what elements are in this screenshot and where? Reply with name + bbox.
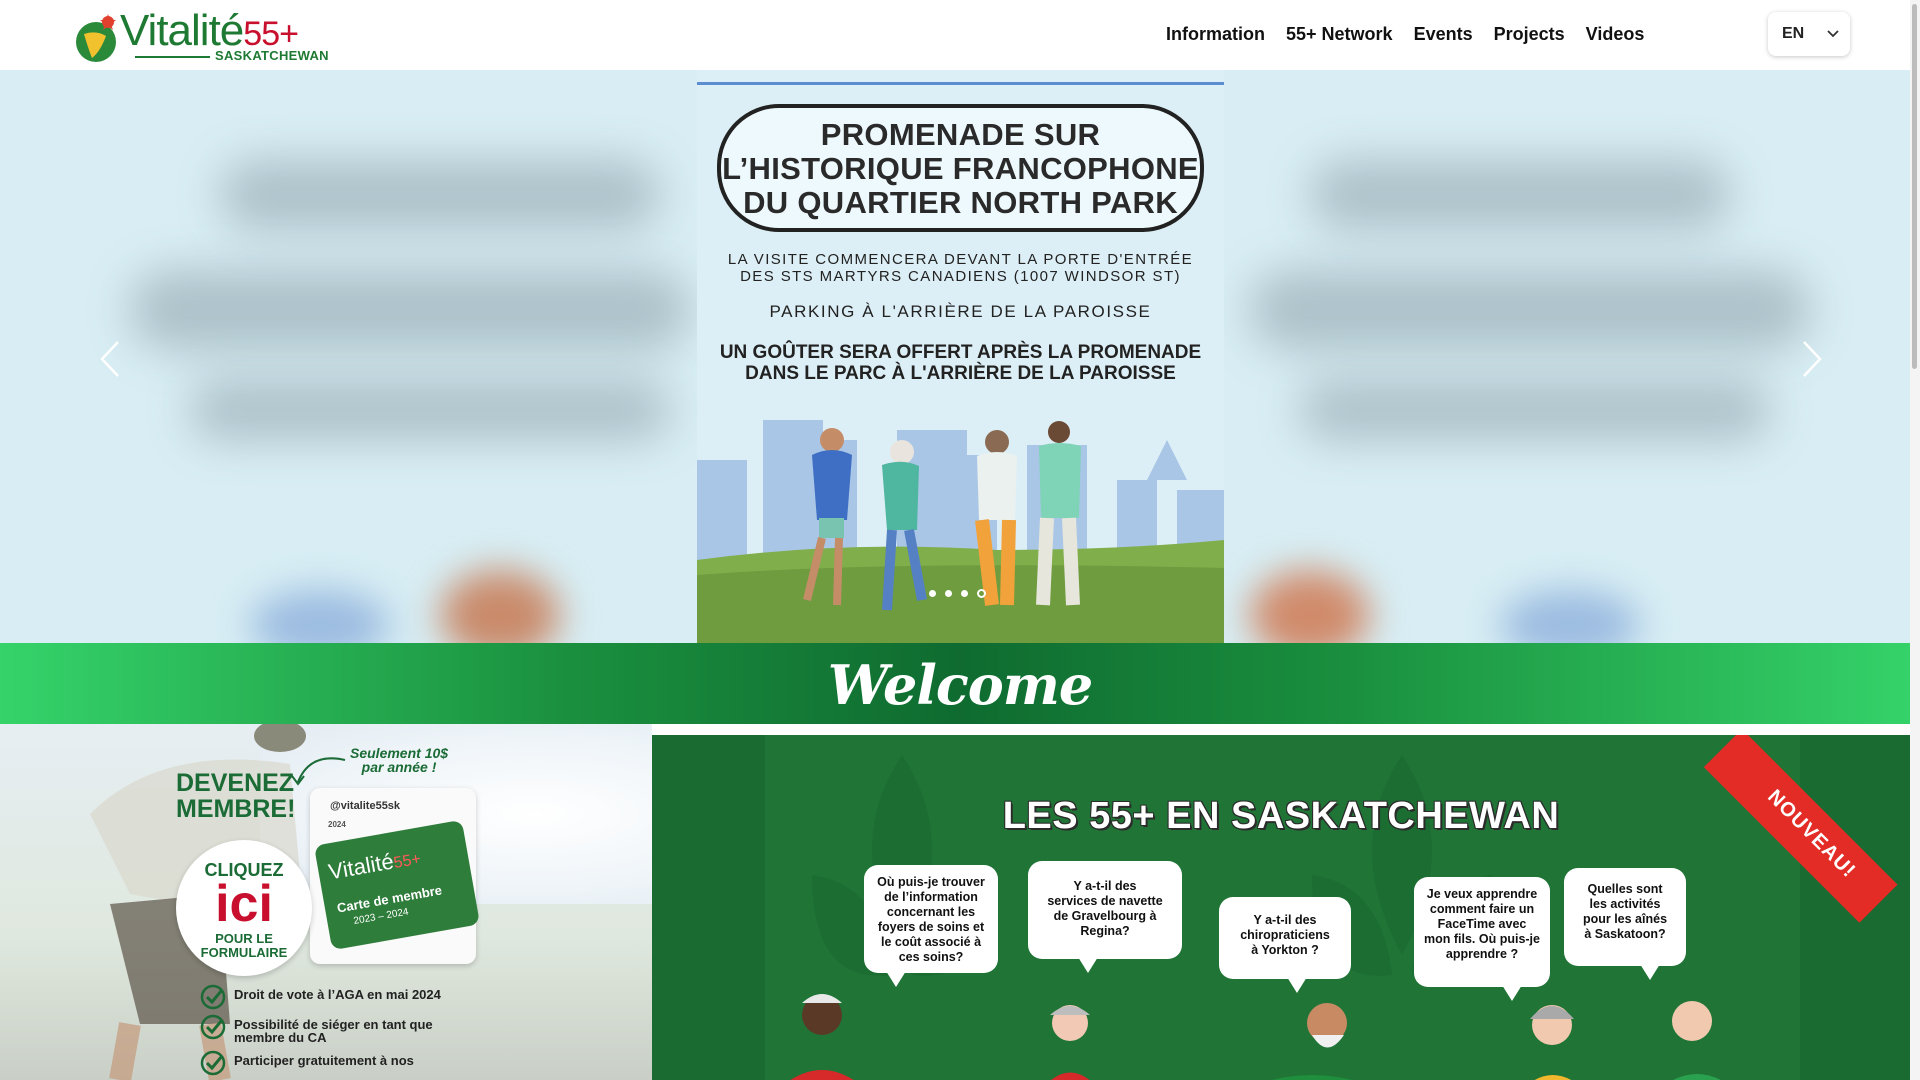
- welcome-heading: Welcome: [827, 653, 1094, 717]
- slide-pagination: [929, 589, 986, 598]
- slide-dot-4[interactable]: [977, 589, 986, 598]
- language-selector[interactable]: EN: [1768, 12, 1850, 56]
- curved-arrow-icon: [291, 757, 346, 786]
- site-logo[interactable]: Vitalité55+ SASKATCHEWAN: [70, 6, 330, 64]
- previous-slide-arrow-icon[interactable]: [96, 338, 126, 380]
- site-header: Vitalité55+ SASKATCHEWAN Information 55+…: [0, 0, 1920, 70]
- logo-mark-icon: [76, 14, 116, 62]
- hero-slide-poster[interactable]: PROMENADE SUR L’HISTORIQUE FRANCOPHONE D…: [697, 70, 1224, 643]
- promo-social-handle: @vitalite55sk: [330, 800, 401, 812]
- seniors-illustration: [790, 994, 1721, 1080]
- poster-start-location: LA VISITE COMMENCERA DEVANT LA PORTE D'E…: [727, 251, 1194, 285]
- banner-title: LES 55+ EN SASKATCHEWAN: [1002, 795, 1560, 837]
- nav-videos[interactable]: Videos: [1586, 24, 1645, 45]
- check-circle-icon: [200, 1050, 226, 1076]
- main-nav: Information 55+ Network Events Projects …: [1166, 24, 1665, 45]
- poster-title: PROMENADE SUR L’HISTORIQUE FRANCOPHONE D…: [722, 117, 1199, 220]
- benefit-item: Participer gratuitement à nos: [200, 1050, 464, 1080]
- promo-price: Seulement 10$ par année !: [350, 745, 449, 775]
- welcome-banner: Welcome: [0, 643, 1920, 724]
- card-tab-year: 2024: [328, 820, 346, 829]
- green-membership-card: Vitalité55+ Carte de membre 2023 – 2024: [313, 819, 481, 951]
- membership-benefits-list: Droit de vote à l’AGA en mai 2024 Possib…: [200, 984, 464, 1080]
- card-logo: Vitalité55+: [326, 848, 423, 885]
- nav-55-network[interactable]: 55+ Network: [1286, 24, 1393, 45]
- poster-walking-seniors-illustration: [697, 420, 1224, 643]
- question-bubble-care-homes: Où puis-je trouver de l’information conce…: [864, 865, 998, 987]
- chevron-down-icon: [1827, 30, 1839, 38]
- scrollbar-thumb[interactable]: [1912, 4, 1917, 369]
- logo-region: SASKATCHEWAN: [215, 48, 329, 63]
- hero-slider: PROMENADE SUR L’HISTORIQUE FRANCOPHONE D…: [0, 70, 1920, 643]
- signup-here-text: ici: [215, 875, 273, 933]
- page-scrollbar[interactable]: [1910, 0, 1920, 1080]
- next-slide-arrow-icon[interactable]: [1796, 338, 1826, 380]
- signup-form-button[interactable]: CLIQUEZ ici POUR LE FORMULAIRE: [176, 840, 312, 976]
- check-circle-icon: [200, 984, 226, 1010]
- nav-projects[interactable]: Projects: [1494, 24, 1565, 45]
- nav-events[interactable]: Events: [1414, 24, 1473, 45]
- benefit-item: Droit de vote à l’AGA en mai 2024: [200, 984, 464, 1018]
- poster-parking: PARKING À L'ARRIÈRE DE LA PAROISSE: [769, 302, 1152, 321]
- language-code: EN: [1782, 25, 1805, 42]
- check-circle-icon: [200, 1014, 226, 1040]
- question-bubble-chiropractors: Y a-t-il des chiropraticiens à Yorkton ?: [1219, 897, 1351, 993]
- membership-card-mockup: @vitalite55sk 2024 Vitalité55+ Carte de …: [310, 788, 481, 964]
- slide-dot-1[interactable]: [929, 590, 936, 597]
- signup-form-text: POUR LE FORMULAIRE: [200, 931, 288, 960]
- slide-dot-2[interactable]: [945, 590, 952, 597]
- poster-top-line: [697, 82, 1224, 85]
- benefit-item: Possibilité de siéger en tant que membre…: [200, 1014, 464, 1054]
- membership-promo[interactable]: DEVENEZ MEMBRE! Seulement 10$ par année …: [0, 724, 652, 1080]
- slide-dot-3[interactable]: [961, 590, 968, 597]
- question-bubble-activities: Quelles sont les activités pour les aînés…: [1564, 868, 1686, 980]
- promo-title: DEVENEZ MEMBRE!: [176, 769, 296, 823]
- question-bubble-facetime: Je veux apprendre comment faire un FaceTi…: [1414, 877, 1550, 1001]
- seniors-saskatchewan-section: LES 55+ EN SASKATCHEWAN NOUVEAU! Où puis…: [652, 724, 1920, 1080]
- logo-divider: [135, 56, 210, 58]
- poster-snack: UN GOÛTER SERA OFFERT APRÈS LA PROMENADE…: [719, 342, 1202, 384]
- question-bubble-shuttle: Y a-t-il des services de navette de Grave…: [1028, 861, 1182, 973]
- nav-information[interactable]: Information: [1166, 24, 1265, 45]
- poster-title-box: PROMENADE SUR L’HISTORIQUE FRANCOPHONE D…: [717, 104, 1204, 232]
- seniors-saskatchewan-banner[interactable]: LES 55+ EN SASKATCHEWAN NOUVEAU! Où puis…: [652, 735, 1910, 1080]
